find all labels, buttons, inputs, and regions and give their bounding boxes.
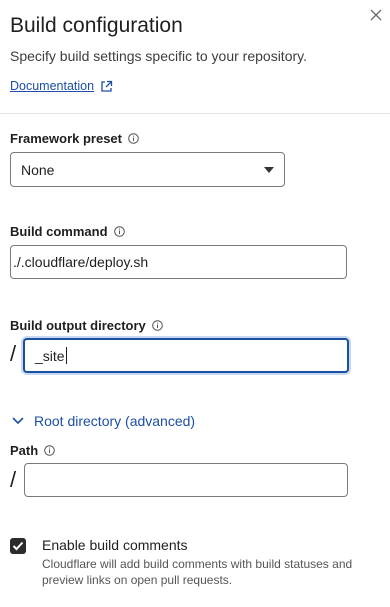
documentation-link[interactable]: Documentation (10, 79, 113, 93)
build-output-directory-input[interactable]: _site (23, 338, 349, 373)
build-command-input[interactable]: ./.cloudflare/deploy.sh (10, 245, 347, 279)
info-icon[interactable] (151, 320, 163, 331)
external-link-icon (101, 80, 113, 92)
text-caret (65, 347, 67, 364)
framework-preset-label-text: Framework preset (10, 131, 122, 146)
build-command-label-text: Build command (10, 224, 108, 239)
output-directory-prefix: / (10, 341, 17, 366)
build-output-directory-label-text: Build output directory (10, 318, 146, 333)
root-directory-toggle[interactable]: Root directory (advanced) (12, 413, 195, 429)
path-label-text: Path (10, 443, 39, 458)
chevron-down-icon (12, 417, 24, 425)
triangle-down-icon (264, 167, 274, 173)
root-directory-toggle-label: Root directory (advanced) (34, 413, 196, 429)
info-icon[interactable] (44, 445, 55, 456)
framework-preset-select[interactable]: None (10, 152, 285, 187)
documentation-link-label: Documentation (10, 79, 95, 93)
path-label: Path (10, 443, 55, 458)
build-configuration-panel: Build configuration Specify build settin… (0, 0, 390, 607)
framework-preset-value: None (21, 161, 55, 178)
enable-build-comments-checkbox[interactable] (10, 538, 26, 554)
build-output-directory-value: _site (35, 347, 65, 364)
build-output-directory-label: Build output directory (10, 318, 163, 333)
panel-title: Build configuration (10, 14, 183, 37)
build-command-label: Build command (10, 224, 125, 239)
framework-preset-label: Framework preset (10, 131, 139, 146)
info-icon[interactable] (128, 133, 139, 144)
build-command-value: ./.cloudflare/deploy.sh (13, 254, 149, 270)
section-divider (0, 113, 390, 114)
info-icon[interactable] (113, 226, 125, 237)
close-icon (370, 9, 382, 21)
close-button[interactable] (367, 6, 385, 24)
path-prefix: / (10, 467, 17, 492)
check-icon (12, 541, 24, 551)
path-input[interactable] (24, 463, 348, 497)
enable-build-comments-label: Enable build comments (42, 537, 188, 553)
enable-build-comments-description: Cloudflare will add build comments with … (42, 557, 353, 587)
panel-subtitle: Specify build settings specific to your … (10, 48, 307, 64)
